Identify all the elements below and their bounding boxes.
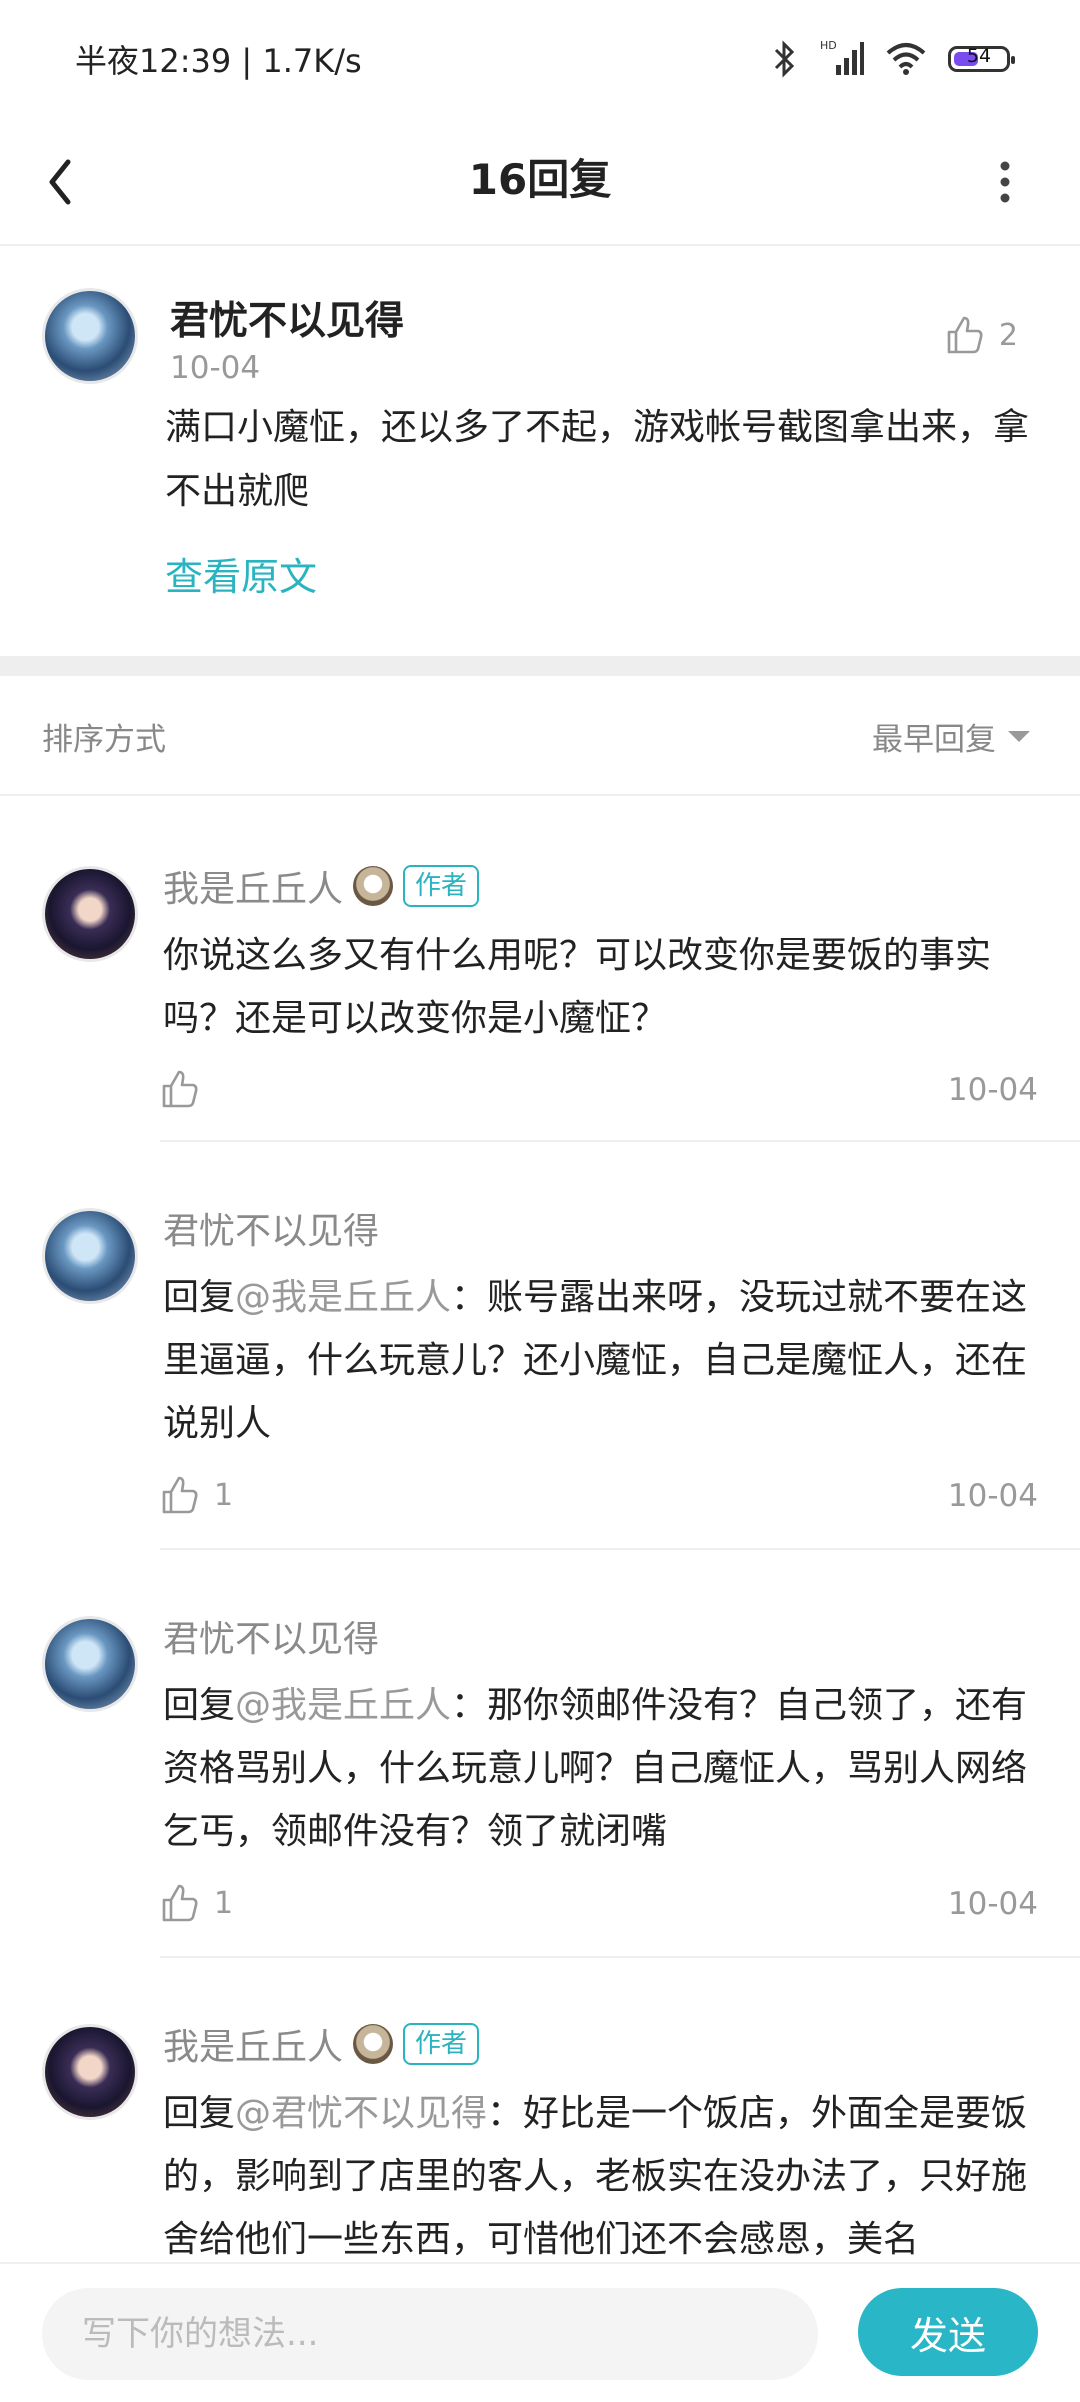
avatar[interactable] <box>42 2024 138 2120</box>
reply-footer: 10-04 <box>158 1068 1038 1118</box>
sort-dropdown[interactable]: 最早回复 <box>872 714 1030 759</box>
bluetooth-icon <box>774 40 795 78</box>
like-count: 1 <box>214 1885 234 1921</box>
thumbs-up-icon <box>162 1884 198 1922</box>
like-count: 2 <box>998 317 1018 353</box>
reply-header: 君忧不以见得 <box>163 1610 379 1662</box>
reply-footer: 1 10-04 <box>158 1474 1038 1524</box>
reply-header: 君忧不以见得 <box>163 1202 379 1254</box>
reply-text: 你说这么多又有什么用呢？可以改变你是要饭的事实吗？还是可以改变你是小魔怔？ <box>163 924 1043 1050</box>
top-nav-bar: 16回复 <box>0 120 1080 246</box>
section-divider <box>0 656 1080 676</box>
avatar[interactable] <box>42 1616 138 1712</box>
user-badge-icon <box>353 2024 394 2064</box>
divider <box>160 1140 1080 1142</box>
caret-down-icon <box>1008 731 1030 742</box>
avatar[interactable] <box>42 866 138 962</box>
reply-author[interactable]: 君忧不以见得 <box>163 1202 379 1254</box>
more-options-icon[interactable] <box>960 142 1040 222</box>
like-button[interactable]: 1 <box>158 1474 233 1516</box>
page-title: 16回复 <box>468 155 612 204</box>
like-button[interactable] <box>158 1068 214 1110</box>
mention-link[interactable]: @君忧不以见得 <box>235 2093 487 2134</box>
status-time: 半夜12:39 | 1.7K/s <box>75 42 362 80</box>
thumbs-up-icon <box>162 1070 198 1108</box>
avatar[interactable] <box>42 1208 138 1304</box>
comment-input[interactable] <box>42 2288 818 2380</box>
reply-prefix: 回复 <box>163 2093 236 2134</box>
thumbs-up-icon <box>162 1476 198 1514</box>
reply-author[interactable]: 我是丘丘人 <box>163 860 343 912</box>
reply-author[interactable]: 君忧不以见得 <box>163 1610 379 1662</box>
reply-item: 我是丘丘人 作者 回复@君忧不以见得：好比是一个饭店，外面全是要饭的，影响到了店… <box>0 2023 1080 2264</box>
send-button[interactable]: 发送 <box>858 2288 1038 2376</box>
signal-icon: HD <box>820 39 864 75</box>
reply-item: 君忧不以见得 回复@我是丘丘人：账号露出来呀，没玩过就不要在这里逼逼，什么玩意儿… <box>0 1208 1080 1550</box>
wifi-icon <box>886 43 926 75</box>
comment-composer: 发送 <box>0 2262 1080 2402</box>
reply-prefix: 回复 <box>163 1277 236 1318</box>
author-tag: 作者 <box>403 865 480 907</box>
reply-item: 君忧不以见得 回复@我是丘丘人：那你领邮件没有？自己领了，还有资格骂别人，什么玩… <box>0 1616 1080 1958</box>
like-button[interactable]: 1 <box>158 1882 233 1924</box>
reply-header: 我是丘丘人 作者 <box>163 2018 480 2070</box>
reply-text: 回复@我是丘丘人：那你领邮件没有？自己领了，还有资格骂别人，什么玩意儿啊？自己魔… <box>163 1674 1043 1863</box>
reply-date: 10-04 <box>947 1886 1038 1922</box>
thumbs-up-icon <box>947 316 983 354</box>
comment-text: 满口小魔怔，还以多了不起，游戏帐号截图拿出来，拿不出就爬 <box>165 407 1030 512</box>
reply-text: 回复@君忧不以见得：好比是一个饭店，外面全是要饭的，影响到了店里的客人，老板实在… <box>163 2082 1043 2271</box>
user-badge-icon <box>353 866 394 906</box>
hd-label: HD <box>820 39 837 52</box>
mention-link[interactable]: @我是丘丘人 <box>235 1277 451 1318</box>
battery-icon: 54 <box>948 45 1015 72</box>
reply-item: 我是丘丘人 作者 你说这么多又有什么用呢？可以改变你是要饭的事实吗？还是可以改变… <box>0 865 1080 1146</box>
original-comment: 君忧不以见得 10-04 2 满口小魔怔，还以多了不起，游戏帐号截图拿出来，拿不… <box>0 246 1080 656</box>
comment-date: 10-04 <box>170 350 261 386</box>
reply-text: 回复@我是丘丘人：账号露出来呀，没玩过就不要在这里逼逼，什么玩意儿？还小魔怔，自… <box>163 1266 1043 1455</box>
avatar[interactable] <box>42 288 138 384</box>
author-tag: 作者 <box>403 2023 480 2065</box>
status-icons: HD 54 <box>772 36 1015 82</box>
reply-body: 你说这么多又有什么用呢？可以改变你是要饭的事实吗？还是可以改变你是小魔怔？ <box>163 935 992 1039</box>
battery-level: 54 <box>966 45 992 67</box>
reply-date: 10-04 <box>947 1478 1038 1514</box>
reply-date: 10-04 <box>947 1072 1038 1108</box>
status-bar: 半夜12:39 | 1.7K/s HD 54 <box>0 0 1080 120</box>
sort-selected-value: 最早回复 <box>872 722 996 758</box>
divider <box>160 1548 1080 1550</box>
mention-link[interactable]: @我是丘丘人 <box>235 1685 451 1726</box>
view-original-link[interactable]: 查看原文 <box>165 546 317 601</box>
sort-row: 排序方式 最早回复 <box>0 676 1080 796</box>
reply-footer: 1 10-04 <box>158 1882 1038 1932</box>
like-button[interactable]: 2 <box>943 314 1018 356</box>
reply-header: 我是丘丘人 作者 <box>163 860 480 912</box>
like-count: 1 <box>214 1477 234 1513</box>
divider <box>160 1956 1080 1958</box>
reply-prefix: 回复 <box>163 1685 236 1726</box>
reply-author[interactable]: 我是丘丘人 <box>163 2018 343 2070</box>
sort-label: 排序方式 <box>42 722 166 758</box>
comment-author[interactable]: 君忧不以见得 <box>170 290 404 346</box>
